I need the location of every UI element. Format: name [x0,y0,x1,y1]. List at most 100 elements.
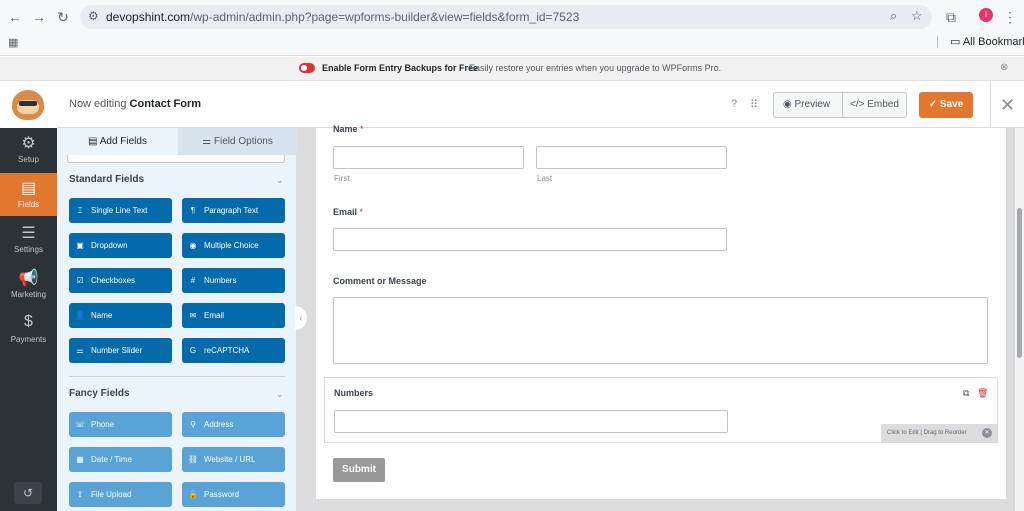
google-icon: G [189,346,197,355]
site-info-icon[interactable]: ⚙ [88,9,99,23]
fields-panel: ▤ Add Fields ⚌ Field Options Standard Fi… [57,128,297,511]
url-text: devopshint.com/wp-admin/admin.php?page=w… [106,10,580,24]
submit-button[interactable]: Submit [333,458,385,482]
dollar-icon: $ [24,313,33,330]
slider-icon: ⚌ [76,346,84,355]
field-button-dropdown[interactable]: ▣ Dropdown [69,233,172,258]
all-bookmarks[interactable]: ▭ All Bookmarks [950,35,1024,48]
help-icon[interactable]: ? [731,98,737,110]
form-preview: Name * First Last Email * Comment or Mes… [316,124,1006,499]
field-button-phone[interactable]: ☏ Phone [69,412,172,437]
standard-fields-title[interactable]: Standard Fields [69,174,144,185]
duplicate-icon[interactable]: ⧉ [963,388,969,399]
nav-label: Fields [17,200,40,209]
embed-button[interactable]: </> Embed [850,93,899,117]
nav-label: Payments [10,335,47,344]
hint-close-icon[interactable]: ✕ [982,428,992,438]
profile-avatar[interactable]: I [979,8,993,22]
comment-textarea[interactable] [333,297,988,364]
apps-grid-icon[interactable]: ▦ [8,36,18,49]
nav-marketing[interactable]: 📢 Marketing [0,263,57,306]
preview-button[interactable]: ◉ Preview [783,93,830,117]
comment-field-label[interactable]: Comment or Message [333,276,427,286]
field-button-single-line-text[interactable]: ⌶ Single Line Text [69,198,172,223]
last-name-input[interactable] [536,146,727,169]
edit-drag-hint: Click to Edit | Drag to Reorder ✕ [881,424,997,443]
zoom-icon[interactable]: ⌕ [890,8,897,24]
tab-add-fields[interactable]: ▤ Add Fields [57,128,178,155]
browser-chrome: ← → ↻ ⚙ devopshint.com/wp-admin/admin.ph… [0,0,1024,56]
menu-kebab-icon[interactable]: ⋮ [999,6,1021,28]
sliders-icon: ☰ [21,225,36,242]
field-button-recaptcha[interactable]: GreCAPTCHA [182,338,285,363]
folder-icon: ▭ [950,36,963,48]
gear-icon: ⚙ [21,135,36,152]
text-cursor-icon: ⌶ [77,206,83,215]
nav-label: Marketing [10,290,47,299]
name-field-label[interactable]: Name * [333,124,364,134]
backup-toggle[interactable] [299,63,315,73]
field-button-checkboxes[interactable]: ☑ Checkboxes [69,268,172,293]
phone-icon: ☏ [74,420,85,429]
close-builder-icon[interactable]: ✕ [990,82,1024,128]
field-button-email[interactable]: ✉ Email [182,303,285,328]
field-button-numbers[interactable]: # Numbers [182,268,285,293]
calendar-icon: ▦ [76,455,84,464]
bookmark-separator [937,36,938,48]
revisions-history-icon[interactable]: ↺ [14,482,42,504]
reload-icon[interactable]: ↻ [52,6,74,28]
trash-icon[interactable]: 🗑 [977,388,988,399]
back-icon[interactable]: ← [4,6,26,28]
grid-icon[interactable]: ⠿ [750,98,758,111]
field-button-number-slider[interactable]: ⚌ Number Slider [69,338,172,363]
code-icon: </> [850,99,868,110]
user-icon: 👤 [75,311,85,320]
fancy-fields-title[interactable]: Fancy Fields [69,388,130,399]
dropdown-icon: ▣ [76,241,84,250]
last-sublabel: Last [537,174,553,183]
field-button-multiple-choice[interactable]: ◉ Multiple Choice [182,233,285,258]
field-button-address[interactable]: ⚲ Address [182,412,285,437]
panel-tabs: ▤ Add Fields ⚌ Field Options [57,128,297,155]
link-icon: ⛓ [187,455,199,464]
hash-icon: # [190,276,196,285]
save-button[interactable]: ✓ Save [919,92,973,118]
extensions-icon[interactable]: ⧉ [940,6,962,28]
nav-payments[interactable]: $ Payments [0,308,57,351]
scrollbar-thumb[interactable] [1017,208,1022,358]
lock-icon: 🔒 [188,490,198,499]
field-button-password[interactable]: 🔒 Password [182,482,285,507]
nav-settings[interactable]: ☰ Settings [0,218,57,261]
banner-text: Easily restore your entries when you upg… [469,63,722,73]
field-button-date-time[interactable]: ▦ Date / Time [69,447,172,472]
fields-icon: ▤ [20,180,37,197]
field-button-name[interactable]: 👤 Name [69,303,172,328]
paragraph-icon: ¶ [190,206,196,215]
numbers-input[interactable] [334,410,728,433]
first-name-input[interactable] [333,146,524,169]
nav-label: Settings [14,245,43,254]
nav-fields[interactable]: ▤ Fields [0,173,57,216]
field-button-paragraph-text[interactable]: ¶ Paragraph Text [182,198,285,223]
sliders-icon: ⚌ [202,136,214,147]
email-field-label[interactable]: Email * [333,207,363,217]
checkbox-icon: ☑ [76,276,84,285]
bookmark-star-icon[interactable]: ☆ [911,8,923,24]
banner-title: Enable Form Entry Backups for Free [322,63,479,73]
left-nav: ⚙ Setup ▤ Fields ☰ Settings 📢 Marketing … [0,128,57,511]
check-icon: ✓ [928,99,940,110]
tab-field-options[interactable]: ⚌ Field Options [178,128,297,155]
address-bar[interactable]: ⚙ devopshint.com/wp-admin/admin.php?page… [80,5,932,29]
field-button-website-url[interactable]: ⛓ Website / URL [182,447,285,472]
field-search-input[interactable] [67,155,285,163]
chevron-down-icon[interactable]: ⌄ [276,389,284,400]
nav-setup[interactable]: ⚙ Setup [0,128,57,171]
megaphone-icon: 📢 [18,270,39,287]
field-button-file-upload[interactable]: ⇪ File Upload [69,482,172,507]
wpforms-logo [0,82,57,128]
banner-close-icon[interactable]: ⊗ [1000,62,1008,73]
email-input[interactable] [333,228,727,251]
forward-icon[interactable]: → [28,6,50,28]
eye-icon: ◉ [783,99,795,110]
chevron-down-icon[interactable]: ⌄ [276,175,284,186]
